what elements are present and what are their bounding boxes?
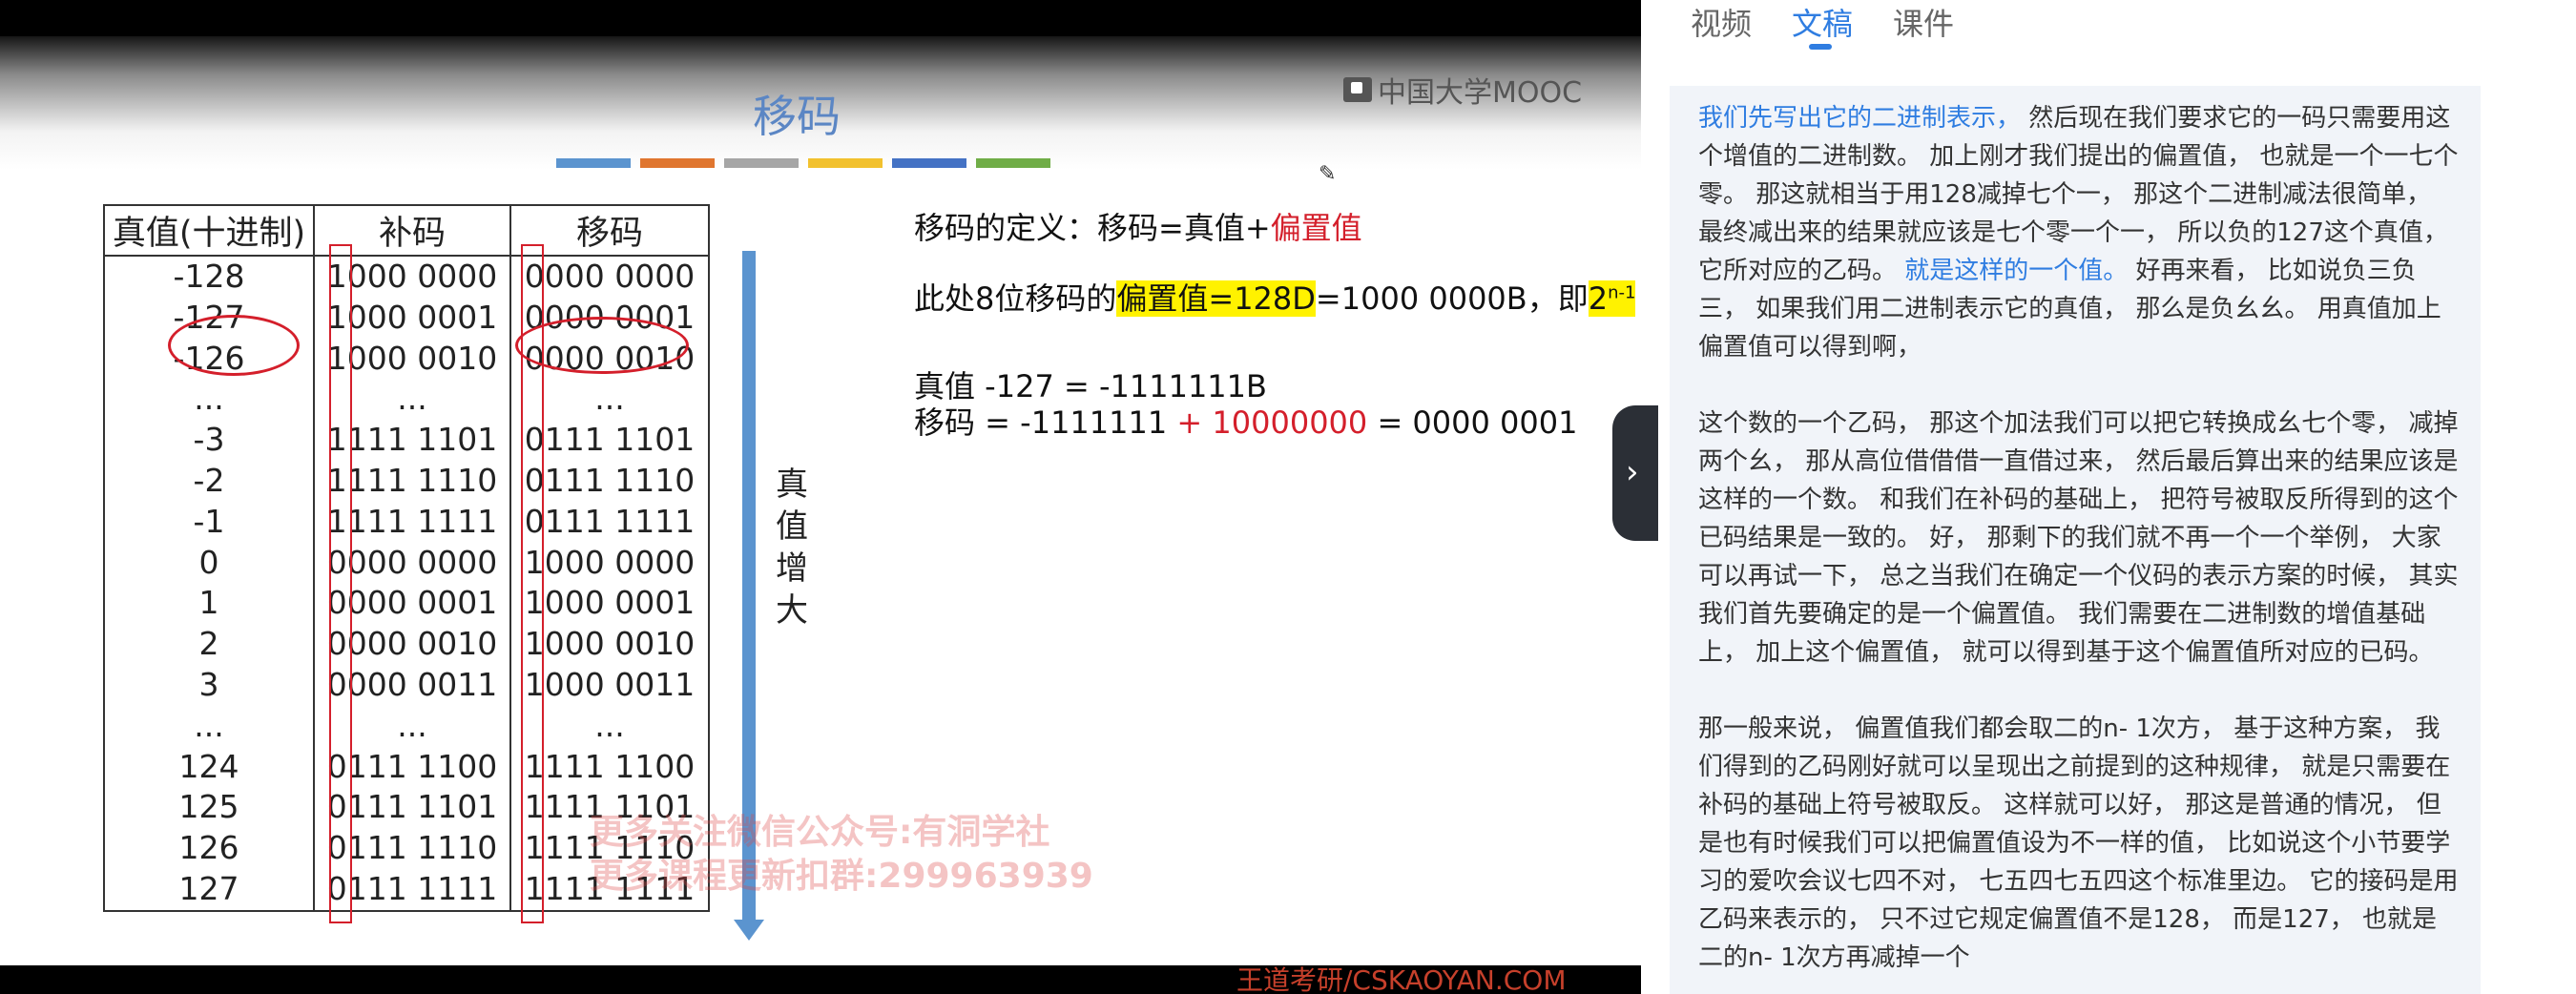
video-player[interactable]: 移码 中国大学MOOC ✎ 真值(十进制) 补码 移码 -128 1000 000… xyxy=(0,0,1641,994)
color-bar xyxy=(724,158,799,168)
bias-highlight: 偏置值=128D xyxy=(1116,280,1316,317)
table-row: -128 1000 0000 0000 0000 xyxy=(103,256,710,298)
mooc-logo-text: 中国大学MOOC xyxy=(1378,76,1583,110)
table-row: -1 1111 1111 0111 1111 xyxy=(103,501,710,543)
table-row: 1 0000 0001 1000 0001 xyxy=(103,583,710,625)
decorative-color-bars xyxy=(556,158,1050,168)
bias-power-exp: n-1 xyxy=(1608,282,1636,303)
cell-true-value: 124 xyxy=(103,746,315,788)
color-bar xyxy=(976,158,1050,168)
footer-brand: 王道考研/CSKAOYAN.COM xyxy=(1236,964,1567,994)
example-shift-line: 移码 = -1111111 + 10000000 = 0000 0001 xyxy=(914,399,1577,443)
definition-highlight: 偏置值 xyxy=(1270,210,1362,246)
lecture-slide: 移码 中国大学MOOC ✎ 真值(十进制) 补码 移码 -128 1000 000… xyxy=(0,36,1641,994)
table-row: -3 1111 1101 0111 1101 xyxy=(103,420,710,461)
mooc-logo: 中国大学MOOC xyxy=(1343,69,1582,111)
table-row: ......... xyxy=(103,379,710,421)
cell-true-value: 126 xyxy=(103,828,315,869)
bias-line: 此处8位移码的偏置值=128D=1000 0000B，即2n-1 xyxy=(914,275,1636,319)
cell-true-value: 127 xyxy=(103,868,315,912)
panel-toggle-button[interactable]: › xyxy=(1612,405,1658,541)
tab-courseware[interactable]: 课件 xyxy=(1893,0,1954,42)
color-bar xyxy=(640,158,715,168)
table-row: 3 0000 0011 1000 0011 xyxy=(103,664,710,706)
arrow-label: 真值增大 xyxy=(776,466,808,630)
cell-true-value: ... xyxy=(103,705,315,747)
cell-true-value: -1 xyxy=(103,501,315,543)
pencil-icon: ✎ xyxy=(1319,162,1337,186)
cell-true-value: 1 xyxy=(103,583,315,625)
cell-true-value: 0 xyxy=(103,542,315,584)
bias-power: 2n-1 xyxy=(1588,280,1636,317)
code-table: 真值(十进制) 补码 移码 -128 1000 0000 0000 0000 -127… xyxy=(103,204,710,912)
cell-true-value: -2 xyxy=(103,460,315,502)
sign-bit-box-twos-complement xyxy=(329,244,352,923)
cell-true-value: 3 xyxy=(103,664,315,706)
header-true-value: 真值(十进制) xyxy=(103,204,315,257)
table-header-row: 真值(十进制) 补码 移码 xyxy=(103,204,710,257)
color-bar xyxy=(556,158,631,168)
example-shift-prefix: 移码 = -1111111 xyxy=(914,404,1177,441)
table-row: -2 1111 1110 0111 1110 xyxy=(103,460,710,502)
bias-power-base: 2 xyxy=(1588,280,1609,317)
color-bar xyxy=(808,158,883,168)
tab-bar: 视频 文稿 课件 xyxy=(1691,0,1954,50)
cell-true-value: 125 xyxy=(103,787,315,829)
watermark: 更多关注微信公众号:有洞学社 更多课程更新扣群:299963939 xyxy=(590,811,1093,899)
example-shift-suffix: = 0000 0001 xyxy=(1367,404,1578,441)
cell-true-value: -128 xyxy=(103,256,315,298)
definition-text: 移码的定义：移码=真值+ xyxy=(914,210,1271,246)
bias-prefix: 此处8位移码的 xyxy=(914,280,1117,317)
tab-video[interactable]: 视频 xyxy=(1691,0,1752,42)
circle-minus-127 xyxy=(168,315,300,376)
color-bar xyxy=(892,158,966,168)
circle-biased-0000-0001 xyxy=(515,317,689,374)
tab-transcript[interactable]: 文稿 xyxy=(1792,0,1853,50)
transcript-panel[interactable]: 我们先写出它的二进制表示， 然后现在我们要求它的一码只需要用这个增值的二进制数。… xyxy=(1670,86,2481,994)
watermark-line-1: 更多关注微信公众号:有洞学社 xyxy=(590,813,1050,852)
bias-mid: =1000 0000B，即 xyxy=(1315,280,1589,317)
chevron-right-icon: › xyxy=(1626,453,1639,491)
cell-true-value: 2 xyxy=(103,624,315,665)
transcript-paragraph[interactable]: 这个数的一个乙码， 那这个加法我们可以把它转换成幺七个零， 减掉两个幺， 那从高… xyxy=(1698,404,2462,672)
watermark-line-2: 更多课程更新扣群:299963939 xyxy=(590,857,1093,896)
cell-true-value: -3 xyxy=(103,420,315,461)
table-row: 0 0000 0000 1000 0000 xyxy=(103,542,710,584)
transcript-highlight-sentence[interactable]: 就是这样的一个值。 xyxy=(1897,257,2128,285)
table-row: ......... xyxy=(103,705,710,747)
table-row: 124 0111 1100 1111 1100 xyxy=(103,746,710,788)
transcript-content: 我们先写出它的二进制表示， 然后现在我们要求它的一码只需要用这个增值的二进制数。… xyxy=(1698,99,2462,994)
increase-arrow-head xyxy=(734,920,764,941)
transcript-paragraph[interactable]: 我们先写出它的二进制表示， 然后现在我们要求它的一码只需要用这个增值的二进制数。… xyxy=(1698,99,2462,366)
transcript-paragraph[interactable]: 那一般来说， 偏置值我们都会取二的n- 1次方， 基于这种方案， 我们得到的乙码… xyxy=(1698,710,2462,977)
definition-line: 移码的定义：移码=真值+偏置值 xyxy=(914,204,1362,248)
example-shift-red: + 10000000 xyxy=(1176,404,1368,441)
transcript-current-sentence[interactable]: 我们先写出它的二进制表示， xyxy=(1698,104,2021,133)
mooc-logo-icon xyxy=(1343,77,1372,102)
cell-true-value: ... xyxy=(103,379,315,421)
table-row: 2 0000 0010 1000 0010 xyxy=(103,624,710,665)
